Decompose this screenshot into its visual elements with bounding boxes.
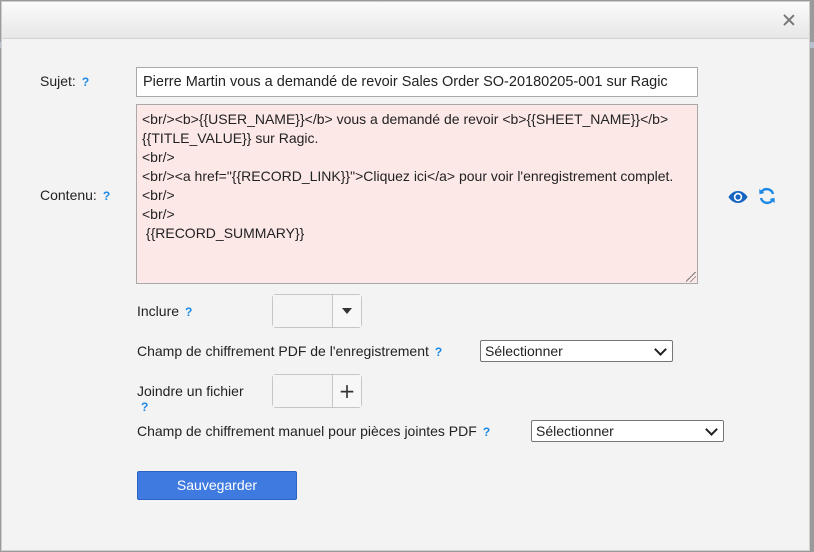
pdf-encrypt-select-value: Sélectionner: [485, 343, 563, 359]
attach-help-row: ?: [137, 398, 148, 414]
eye-icon[interactable]: [728, 189, 748, 205]
include-dropdown-button[interactable]: [333, 295, 361, 327]
manual-encrypt-label-row: Champ de chiffrement manuel pour pièces …: [137, 423, 490, 439]
manual-encrypt-label: Champ de chiffrement manuel pour pièces …: [137, 423, 477, 439]
dialog-titlebar: [2, 2, 809, 39]
select-chevron-icon: [654, 342, 667, 356]
attach-field[interactable]: [273, 375, 333, 407]
attach-combo[interactable]: +: [272, 374, 362, 408]
subject-label: Sujet:: [40, 73, 76, 89]
subject-label-row: Sujet:?: [40, 73, 89, 89]
help-icon[interactable]: ?: [435, 345, 442, 359]
include-label-row: Inclure?: [137, 303, 192, 319]
help-icon[interactable]: ?: [103, 189, 110, 203]
manual-encrypt-select[interactable]: Sélectionner: [531, 420, 724, 442]
help-icon[interactable]: ?: [483, 425, 490, 439]
plus-icon: +: [338, 379, 356, 403]
content-label: Contenu:: [40, 187, 97, 203]
attach-add-button[interactable]: +: [333, 375, 361, 407]
dropdown-arrow-icon: [342, 308, 352, 314]
include-label: Inclure: [137, 303, 180, 319]
attach-label: Joindre un fichier: [137, 383, 244, 399]
refresh-icon[interactable]: [758, 187, 776, 205]
pdf-encrypt-label: Champ de chiffrement PDF de l'enregistre…: [137, 343, 429, 359]
include-field[interactable]: [273, 295, 333, 327]
pdf-encrypt-select[interactable]: Sélectionner: [480, 340, 673, 362]
include-combo[interactable]: [272, 294, 362, 328]
help-icon[interactable]: ?: [185, 305, 192, 319]
subject-input[interactable]: Pierre Martin vous a demandé de revoir S…: [136, 67, 698, 97]
resize-handle[interactable]: [686, 272, 696, 282]
close-icon[interactable]: [779, 10, 799, 30]
pdf-encrypt-label-row: Champ de chiffrement PDF de l'enregistre…: [137, 343, 442, 359]
help-icon[interactable]: ?: [82, 75, 89, 89]
manual-encrypt-select-value: Sélectionner: [536, 423, 614, 439]
save-button[interactable]: Sauvegarder: [137, 471, 297, 500]
select-chevron-icon: [705, 422, 718, 436]
help-icon[interactable]: ?: [141, 400, 148, 414]
content-textarea[interactable]: <br/><b>{{USER_NAME}}</b> vous a demandé…: [136, 104, 698, 284]
content-label-row: Contenu:?: [40, 187, 110, 203]
